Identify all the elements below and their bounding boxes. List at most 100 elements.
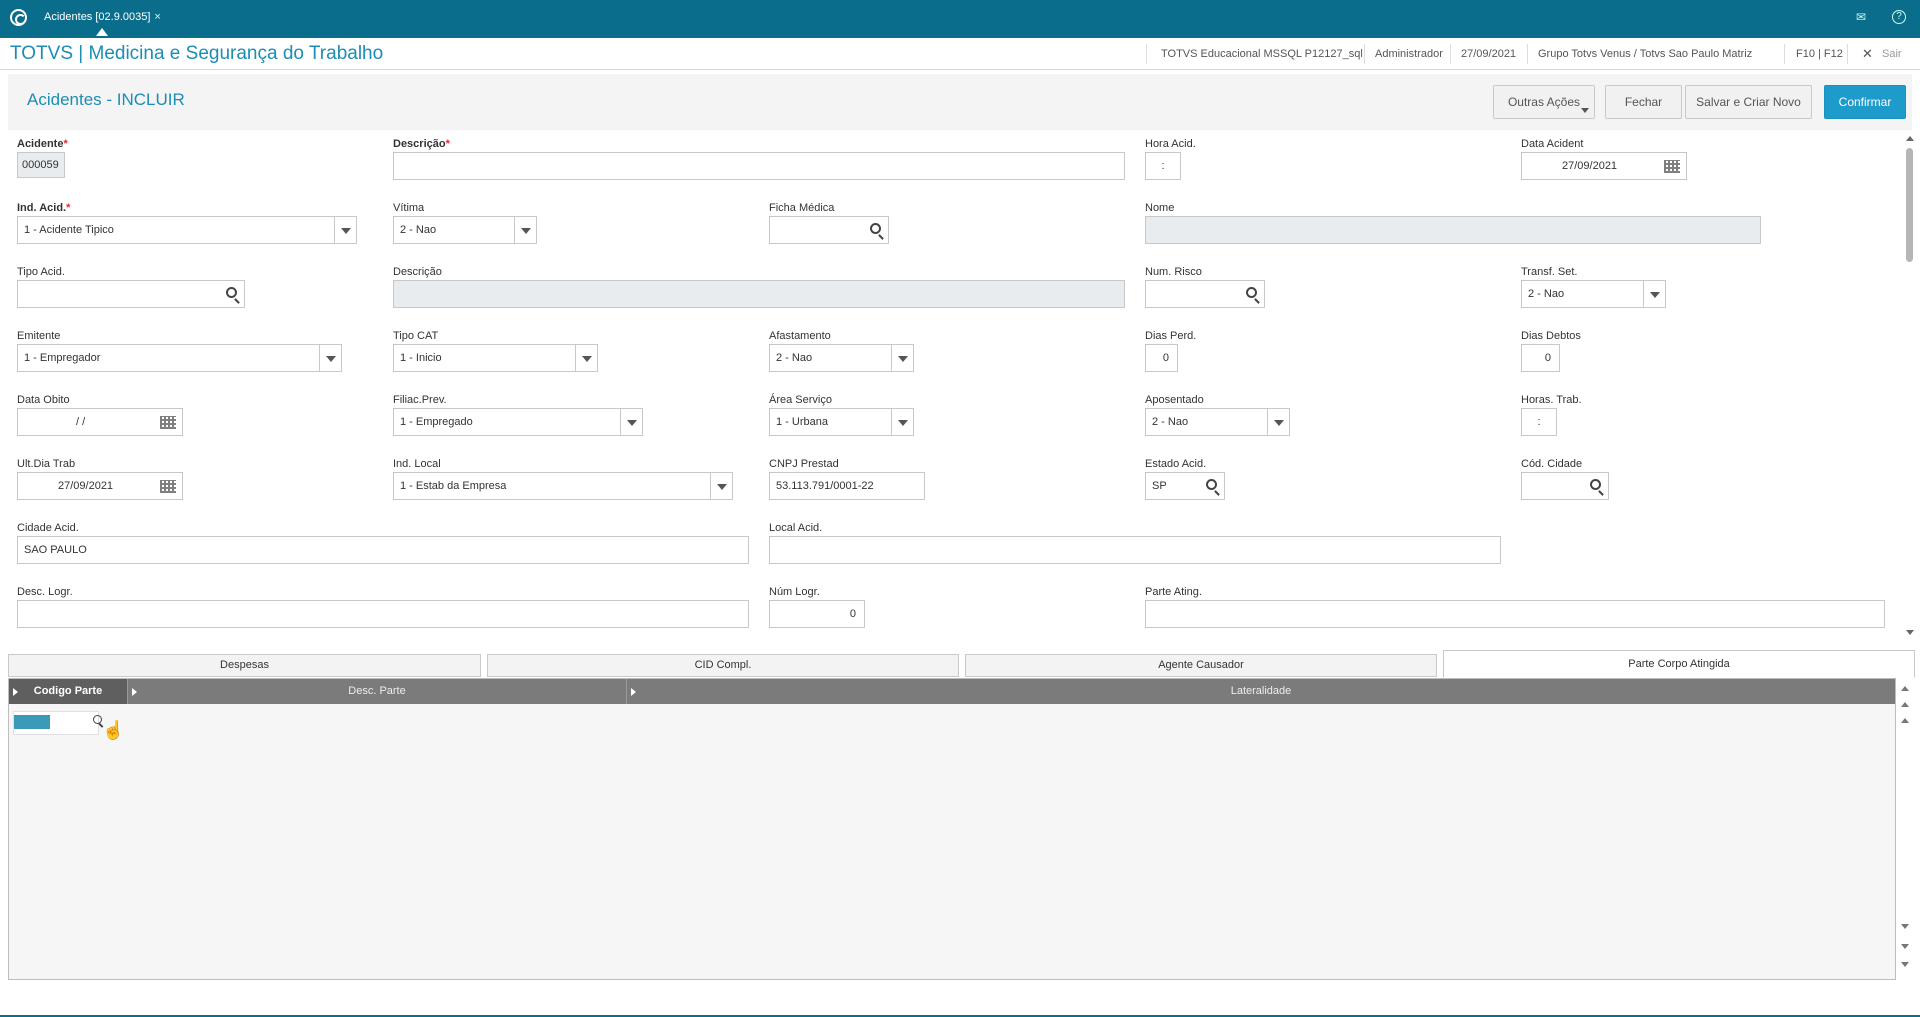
- search-icon[interactable]: [226, 287, 237, 298]
- aposentado-value: 2 - Nao: [1152, 416, 1189, 428]
- scroll-page-down-icon[interactable]: [1901, 944, 1909, 949]
- scroll-up-icon[interactable]: [1901, 718, 1909, 723]
- codigo-parte-cell-selection[interactable]: [14, 715, 50, 729]
- area-servico-select[interactable]: 1 - Urbana: [769, 408, 914, 436]
- form-scrollbar[interactable]: [1904, 132, 1916, 640]
- chevron-down-icon[interactable]: [319, 345, 341, 371]
- close-tab-icon[interactable]: ×: [154, 11, 160, 23]
- totvs-logo-icon[interactable]: [10, 9, 27, 26]
- grid-scrollbar[interactable]: [1896, 678, 1914, 980]
- save-and-new-button[interactable]: Salvar e Criar Novo: [1685, 85, 1812, 119]
- exit-button[interactable]: Sair: [1882, 48, 1902, 60]
- estado-acid-field[interactable]: SP: [1145, 472, 1225, 500]
- shortcut-label[interactable]: F10 | F12: [1796, 48, 1843, 60]
- ult-dia-trab-label: Ult.Dia Trab: [17, 458, 76, 470]
- ind-acid-value: 1 - Acidente Tipico: [24, 224, 114, 236]
- chevron-down-icon[interactable]: [1643, 281, 1665, 307]
- transf-set-label: Transf. Set.: [1521, 266, 1578, 278]
- transf-set-value: 2 - Nao: [1528, 288, 1565, 300]
- data-acident-field[interactable]: 27/09/2021: [1521, 152, 1687, 180]
- tipo-cat-select[interactable]: 1 - Inicio: [393, 344, 598, 372]
- horas-trab-field[interactable]: :: [1521, 408, 1557, 436]
- cnpj-prestad-field[interactable]: 53.113.791/0001-22: [769, 472, 925, 500]
- local-acid-label: Local Acid.: [769, 522, 823, 534]
- local-acid-field[interactable]: [769, 536, 1501, 564]
- emitente-select[interactable]: 1 - Empregador: [17, 344, 342, 372]
- calendar-icon[interactable]: [1664, 160, 1680, 173]
- column-lateralidade-label: Lateralidade: [1230, 685, 1292, 697]
- tipo-cat-value: 1 - Inicio: [400, 352, 442, 364]
- scroll-down-icon[interactable]: [1901, 924, 1909, 929]
- grid-header: Codigo Parte Desc. Parte Lateralidade: [9, 679, 1895, 704]
- confirm-button[interactable]: Confirmar: [1824, 85, 1906, 119]
- tab-cid-compl[interactable]: CID Compl.: [487, 654, 959, 677]
- scroll-bottom-icon[interactable]: [1901, 962, 1909, 967]
- data-acident-label: Data Acident: [1521, 138, 1584, 150]
- chevron-down-icon[interactable]: [891, 345, 913, 371]
- cod-cidade-field[interactable]: [1521, 472, 1609, 500]
- parte-ating-field[interactable]: [1145, 600, 1885, 628]
- descricao-tipo-field[interactable]: [393, 280, 1125, 308]
- calendar-icon[interactable]: [160, 480, 176, 493]
- hand-cursor-icon: ☝: [102, 720, 125, 740]
- nome-field[interactable]: [1145, 216, 1761, 244]
- help-icon[interactable]: ?: [1892, 10, 1906, 24]
- num-logr-field[interactable]: 0: [769, 600, 865, 628]
- filiac-prev-select[interactable]: 1 - Empregado: [393, 408, 643, 436]
- divider: [1450, 44, 1451, 64]
- scroll-top-icon[interactable]: [1901, 686, 1909, 691]
- calendar-icon[interactable]: [160, 416, 176, 429]
- hora-acid-field[interactable]: :: [1145, 152, 1181, 180]
- scroll-thumb[interactable]: [1906, 148, 1913, 262]
- afastamento-select[interactable]: 2 - Nao: [769, 344, 914, 372]
- cidade-acid-field[interactable]: SAO PAULO: [17, 536, 749, 564]
- more-actions-button[interactable]: Outras Ações: [1493, 85, 1595, 119]
- column-lateralidade[interactable]: Lateralidade: [627, 679, 1895, 704]
- aposentado-label: Aposentado: [1145, 394, 1204, 406]
- tab-agente-causador[interactable]: Agente Causador: [965, 654, 1437, 677]
- close-button[interactable]: Fechar: [1605, 85, 1682, 119]
- chevron-down-icon[interactable]: [575, 345, 597, 371]
- nome-label: Nome: [1145, 202, 1175, 214]
- search-icon[interactable]: [870, 223, 881, 234]
- company-label: Grupo Totvs Venus / Totvs Sao Paulo Matr…: [1538, 48, 1753, 60]
- num-risco-field[interactable]: [1145, 280, 1265, 308]
- scroll-page-up-icon[interactable]: [1901, 702, 1909, 707]
- ind-local-select[interactable]: 1 - Estab da Empresa: [393, 472, 733, 500]
- ficha-medica-field[interactable]: [769, 216, 889, 244]
- search-icon[interactable]: [93, 715, 102, 724]
- desc-logr-field[interactable]: [17, 600, 749, 628]
- chevron-down-icon[interactable]: [334, 217, 356, 243]
- descricao-field[interactable]: [393, 152, 1125, 180]
- data-obito-field[interactable]: / /: [17, 408, 183, 436]
- hora-acid-label: Hora Acid.: [1145, 138, 1196, 150]
- mail-icon[interactable]: ✉: [1853, 10, 1869, 24]
- exit-icon[interactable]: ✕: [1862, 46, 1873, 62]
- scroll-up-icon[interactable]: [1906, 136, 1914, 141]
- tab-parte-corpo-atingida[interactable]: Parte Corpo Atingida: [1443, 650, 1915, 678]
- search-icon[interactable]: [1590, 479, 1601, 490]
- ind-acid-select[interactable]: 1 - Acidente Tipico: [17, 216, 357, 244]
- data-obito-label: Data Obito: [17, 394, 70, 406]
- divider: [1847, 44, 1848, 64]
- dias-debtos-field[interactable]: 0: [1521, 344, 1560, 372]
- vitima-select[interactable]: 2 - Nao: [393, 216, 537, 244]
- search-icon[interactable]: [1206, 479, 1217, 490]
- search-icon[interactable]: [1246, 287, 1257, 298]
- chevron-down-icon[interactable]: [891, 409, 913, 435]
- chevron-down-icon[interactable]: [1267, 409, 1289, 435]
- acidente-field[interactable]: 000059: [17, 152, 65, 178]
- column-codigo-parte[interactable]: Codigo Parte: [9, 679, 128, 704]
- tipo-acid-field[interactable]: [17, 280, 245, 308]
- chevron-down-icon[interactable]: [710, 473, 732, 499]
- chevron-down-icon[interactable]: [514, 217, 536, 243]
- scroll-down-icon[interactable]: [1906, 630, 1914, 635]
- tab-despesas[interactable]: Despesas: [8, 654, 481, 677]
- aposentado-select[interactable]: 2 - Nao: [1145, 408, 1290, 436]
- ult-dia-trab-field[interactable]: 27/09/2021: [17, 472, 183, 500]
- transf-set-select[interactable]: 2 - Nao: [1521, 280, 1666, 308]
- column-desc-parte[interactable]: Desc. Parte: [128, 679, 627, 704]
- chevron-down-icon[interactable]: [620, 409, 642, 435]
- desc-logr-label: Desc. Logr.: [17, 586, 73, 598]
- dias-perd-field[interactable]: 0: [1145, 344, 1178, 372]
